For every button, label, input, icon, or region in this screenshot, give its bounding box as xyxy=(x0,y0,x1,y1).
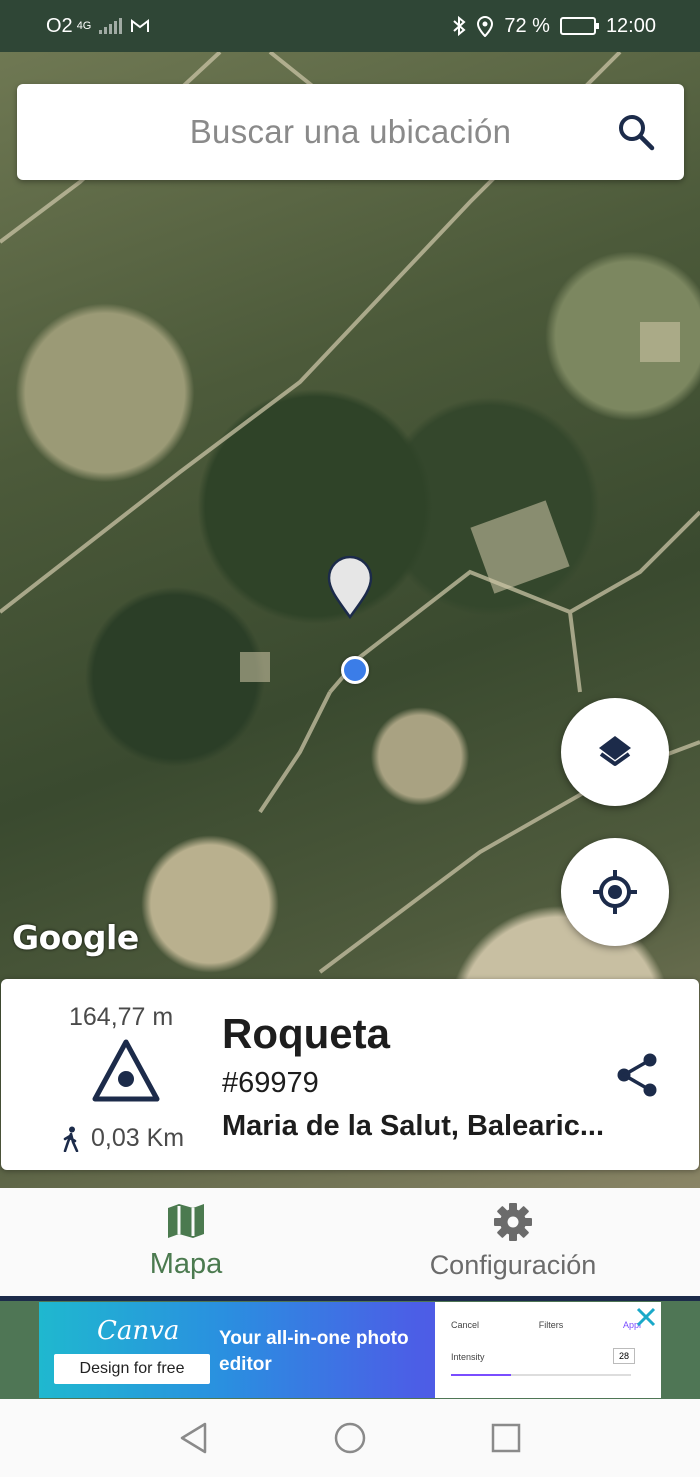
search-bar[interactable]: Buscar una ubicación xyxy=(17,84,684,180)
battery-percent: 72 % xyxy=(504,14,550,37)
ad-preview-image: Cancel Filters Appl Intensity 28 xyxy=(435,1302,661,1398)
ad-preview-intensity: Intensity xyxy=(451,1352,485,1362)
ad-preview-slider xyxy=(451,1374,631,1376)
bottom-navigation: Mapa Configuración xyxy=(0,1188,700,1296)
gear-icon xyxy=(494,1203,532,1241)
ad-preview-cancel: Cancel xyxy=(451,1320,480,1330)
place-id: #69979 xyxy=(222,1067,319,1099)
status-bar: O2 4G 72 % 12:00 xyxy=(0,0,700,52)
walking-distance-value: 0,03 Km xyxy=(91,1124,185,1152)
crosshair-icon xyxy=(593,870,637,914)
ad-headline: Your all-in-one photo editor xyxy=(219,1328,409,1375)
ad-preview-toolbar: Cancel Filters Appl xyxy=(451,1320,641,1330)
layers-icon xyxy=(599,736,631,766)
elevation-value: 164,77 m xyxy=(69,1003,174,1031)
share-icon[interactable] xyxy=(612,1052,662,1098)
clock: 12:00 xyxy=(605,14,656,37)
home-icon[interactable] xyxy=(333,1421,367,1455)
nav-label-map: Mapa xyxy=(149,1248,223,1280)
place-marker-icon[interactable] xyxy=(327,555,373,619)
place-name: Roqueta xyxy=(222,1010,390,1057)
walking-icon xyxy=(63,1126,79,1152)
ad-brand: Canva xyxy=(97,1316,180,1346)
nav-item-map[interactable]: Mapa xyxy=(110,1188,262,1296)
battery-icon xyxy=(559,17,599,35)
current-location-dot xyxy=(341,656,369,684)
search-input[interactable]: Buscar una ubicación xyxy=(190,113,512,151)
nav-item-settings[interactable]: Configuración xyxy=(420,1188,606,1296)
nav-label-settings: Configuración xyxy=(429,1250,597,1280)
walking-distance: 0,03 Km xyxy=(61,1124,184,1153)
network-type: 4G xyxy=(76,19,92,32)
location-icon xyxy=(477,16,494,37)
close-icon[interactable] xyxy=(635,1306,657,1328)
carrier-label: O2 xyxy=(46,14,73,37)
status-left: O2 4G xyxy=(46,15,150,38)
ad-cta-button[interactable]: Design for free xyxy=(54,1354,210,1384)
layers-button[interactable] xyxy=(561,698,669,806)
system-navigation-bar xyxy=(0,1399,700,1477)
ad-banner[interactable]: Canva Design for free Your all-in-one ph… xyxy=(39,1302,661,1398)
back-icon[interactable] xyxy=(177,1421,211,1455)
status-right: 72 % 12:00 xyxy=(452,15,656,38)
ad-preview-filters: Filters xyxy=(538,1320,564,1330)
signal-icon xyxy=(99,18,123,34)
recent-apps-icon[interactable] xyxy=(489,1421,523,1455)
peak-icon xyxy=(92,1039,160,1102)
ad-preview-value: 28 xyxy=(613,1348,635,1364)
search-icon[interactable] xyxy=(616,112,656,152)
map-icon xyxy=(168,1204,204,1238)
bluetooth-icon xyxy=(453,15,466,37)
gmail-icon xyxy=(131,19,150,32)
map-attribution: Google xyxy=(12,918,139,957)
place-region: Maria de la Salut, Balearic... xyxy=(222,1110,604,1142)
my-location-button[interactable] xyxy=(561,838,669,946)
